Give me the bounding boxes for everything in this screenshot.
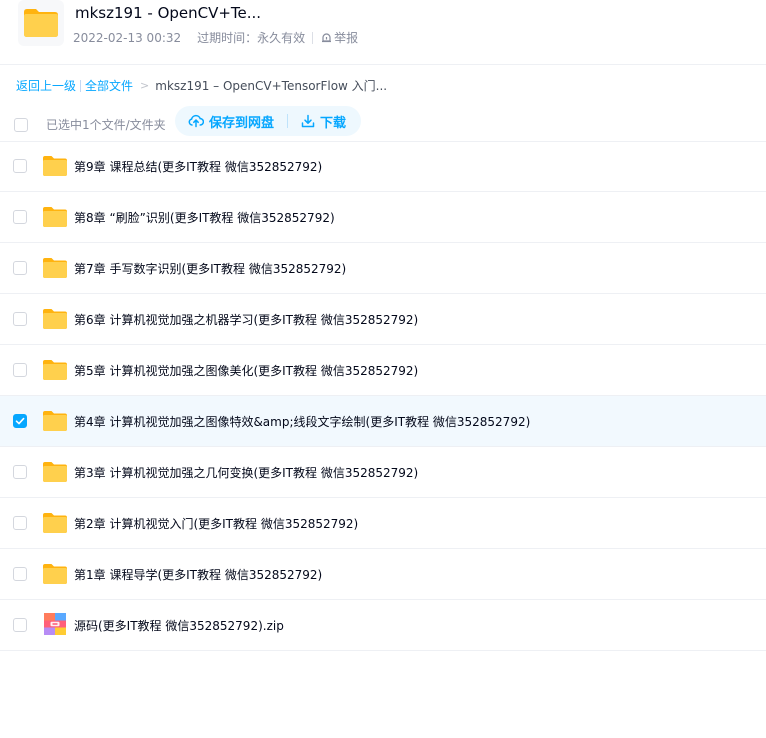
folder-icon (43, 156, 67, 176)
expiry-value: 永久有效 (257, 31, 306, 45)
file-row[interactable]: 第9章 课程总结(更多IT教程 微信352852792) (0, 141, 766, 192)
breadcrumb-all-files-link[interactable]: 全部文件 (85, 77, 133, 94)
folder-icon (43, 360, 67, 380)
file-checkbox[interactable] (13, 159, 27, 173)
download-icon (301, 114, 315, 128)
file-row[interactable]: 第5章 计算机视觉加强之图像美化(更多IT教程 微信352852792) (0, 345, 766, 396)
file-checkbox[interactable] (13, 414, 27, 428)
report-button[interactable]: 举报 (320, 29, 358, 46)
check-icon (15, 417, 25, 425)
file-name[interactable]: 第1章 课程导学(更多IT教程 微信352852792) (74, 566, 322, 583)
file-checkbox[interactable] (13, 567, 27, 581)
file-row[interactable]: 第7章 手写数字识别(更多IT教程 微信352852792) (0, 243, 766, 294)
file-checkbox[interactable] (13, 516, 27, 530)
breadcrumb-back-link[interactable]: 返回上一级 (16, 77, 76, 94)
file-name[interactable]: 第5章 计算机视觉加强之图像美化(更多IT教程 微信352852792) (74, 362, 418, 379)
save-label: 保存到网盘 (209, 115, 275, 131)
folder-icon (43, 258, 67, 278)
file-name[interactable]: 第3章 计算机视觉加强之几何变换(更多IT教程 微信352852792) (74, 464, 418, 481)
folder-icon (43, 462, 67, 482)
alarm-icon (322, 33, 332, 43)
folder-icon (18, 0, 64, 46)
file-name[interactable]: 第9章 课程总结(更多IT教程 微信352852792) (74, 158, 322, 175)
breadcrumb-divider (80, 79, 82, 92)
share-meta: 2022-02-13 00:32 过期时间： 永久有效 举报 (73, 29, 358, 46)
file-row[interactable]: 第8章 “刷脸”识别(更多IT教程 微信352852792) (0, 192, 766, 243)
file-name[interactable]: 第8章 “刷脸”识别(更多IT教程 微信352852792) (74, 209, 335, 226)
file-checkbox[interactable] (13, 210, 27, 224)
action-divider (287, 114, 289, 128)
breadcrumb-current: mksz191 – OpenCV+TensorFlow 入门... (155, 79, 388, 93)
folder-icon (43, 513, 67, 533)
file-name[interactable]: 第4章 计算机视觉加强之图像特效&amp;线段文字绘制(更多IT教程 微信352… (74, 413, 530, 430)
action-group: 保存到网盘 下载 (175, 106, 361, 136)
file-checkbox[interactable] (13, 618, 27, 632)
file-name[interactable]: 源码(更多IT教程 微信352852792).zip (74, 617, 284, 634)
download-button[interactable]: 下载 (301, 112, 346, 131)
breadcrumb-arrow-icon: > (140, 79, 150, 92)
file-row[interactable]: 第6章 计算机视觉加强之机器学习(更多IT教程 微信352852792) (0, 294, 766, 345)
select-all-checkbox[interactable] (14, 118, 28, 132)
expiry-label: 过期时间： (197, 31, 258, 45)
file-toolbar: 已选中1个文件/文件夹 保存到网盘 下载 (0, 104, 766, 142)
share-date: 2022-02-13 00:32 (73, 30, 182, 45)
file-name[interactable]: 第7章 手写数字识别(更多IT教程 微信352852792) (74, 260, 346, 277)
cloud-save-icon (188, 114, 204, 128)
file-name[interactable]: 第2章 计算机视觉入门(更多IT教程 微信352852792) (74, 515, 358, 532)
save-to-disk-button[interactable]: 保存到网盘 (188, 112, 274, 131)
file-checkbox[interactable] (13, 261, 27, 275)
share-title: mksz191 - OpenCV+Te... (75, 4, 262, 22)
file-checkbox[interactable] (13, 363, 27, 377)
file-row[interactable]: 第4章 计算机视觉加强之图像特效&amp;线段文字绘制(更多IT教程 微信352… (0, 396, 766, 447)
file-checkbox[interactable] (13, 312, 27, 326)
file-name[interactable]: 第6章 计算机视觉加强之机器学习(更多IT教程 微信352852792) (74, 311, 418, 328)
file-row[interactable]: 源码(更多IT教程 微信352852792).zip (0, 600, 766, 651)
folder-icon (43, 309, 67, 329)
file-list: 第9章 课程总结(更多IT教程 微信352852792) 第8章 “刷脸”识别(… (0, 141, 766, 651)
breadcrumb: 返回上一级 全部文件 > mksz191 – OpenCV+TensorFlow… (16, 77, 387, 94)
zip-file-icon (44, 613, 66, 635)
folder-icon (43, 207, 67, 227)
file-row[interactable]: 第2章 计算机视觉入门(更多IT教程 微信352852792) (0, 498, 766, 549)
folder-icon (43, 564, 67, 584)
file-row[interactable]: 第1章 课程导学(更多IT教程 微信352852792) (0, 549, 766, 600)
share-header: mksz191 - OpenCV+Te... 2022-02-13 00:32 … (0, 0, 766, 65)
download-label: 下载 (320, 115, 347, 131)
report-label: 举报 (334, 31, 359, 45)
meta-divider (312, 31, 314, 44)
file-row[interactable]: 第3章 计算机视觉加强之几何变换(更多IT教程 微信352852792) (0, 447, 766, 498)
file-checkbox[interactable] (13, 465, 27, 479)
selection-info: 已选中1个文件/文件夹 (46, 118, 166, 132)
folder-icon (43, 411, 67, 431)
